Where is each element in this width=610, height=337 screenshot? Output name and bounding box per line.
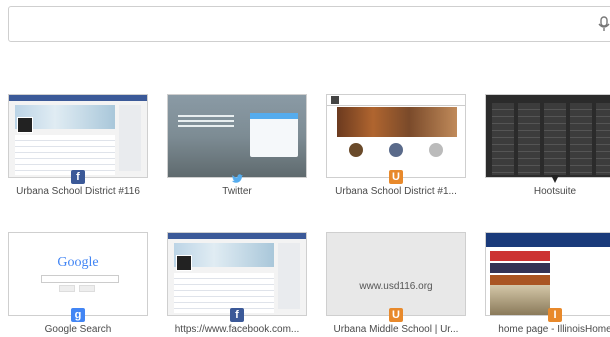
tile-thumbnail [8, 94, 148, 178]
tile-google-search[interactable]: Google g Google Search [8, 232, 148, 335]
tile-hootsuite[interactable]: Hootsuite [485, 94, 610, 197]
search-input[interactable] [8, 6, 610, 42]
tile-title: Google Search [44, 324, 112, 335]
tile-thumbnail [485, 232, 610, 316]
google-icon: g [71, 308, 85, 322]
tile-title: https://www.facebook.com... [174, 324, 300, 335]
tile-thumbnail [167, 94, 307, 178]
tile-illinoishome[interactable]: I home page - IllinoisHome [485, 232, 610, 335]
hootsuite-owl-icon [551, 175, 559, 183]
tile-title: home page - IllinoisHome [498, 324, 610, 335]
illinois-block-i-icon: I [548, 308, 562, 322]
tile-title: Urbana School District #116 [16, 186, 140, 197]
tile-thumbnail: www.usd116.org [326, 232, 466, 316]
tile-thumbnail [485, 94, 610, 178]
tile-title: Urbana School District #1... [335, 186, 457, 197]
facebook-icon: f [71, 170, 85, 184]
urbana-u-icon: U [389, 308, 403, 322]
tile-title: Hootsuite [533, 186, 577, 197]
tile-thumbnail [167, 232, 307, 316]
tile-twitter[interactable]: Twitter [167, 94, 307, 197]
tile-urbana-district[interactable]: f Urbana School District #116 [8, 94, 148, 197]
tile-title: Twitter [222, 186, 252, 197]
tile-facebook[interactable]: f https://www.facebook.com... [167, 232, 307, 335]
tile-title: Urbana Middle School | Ur... [333, 324, 459, 335]
twitter-bird-icon [232, 174, 243, 183]
tile-urbana-district-2[interactable]: U Urbana School District #1... [326, 94, 466, 197]
google-logo: Google [57, 255, 99, 270]
tile-urbana-middle-school[interactable]: www.usd116.org U Urbana Middle School | … [326, 232, 466, 335]
thumbnail-url-text: www.usd116.org [359, 281, 433, 292]
tile-thumbnail: Google [8, 232, 148, 316]
microphone-icon[interactable] [598, 16, 610, 32]
facebook-icon: f [230, 308, 244, 322]
urbana-u-icon: U [389, 170, 403, 184]
tile-thumbnail [326, 94, 466, 178]
